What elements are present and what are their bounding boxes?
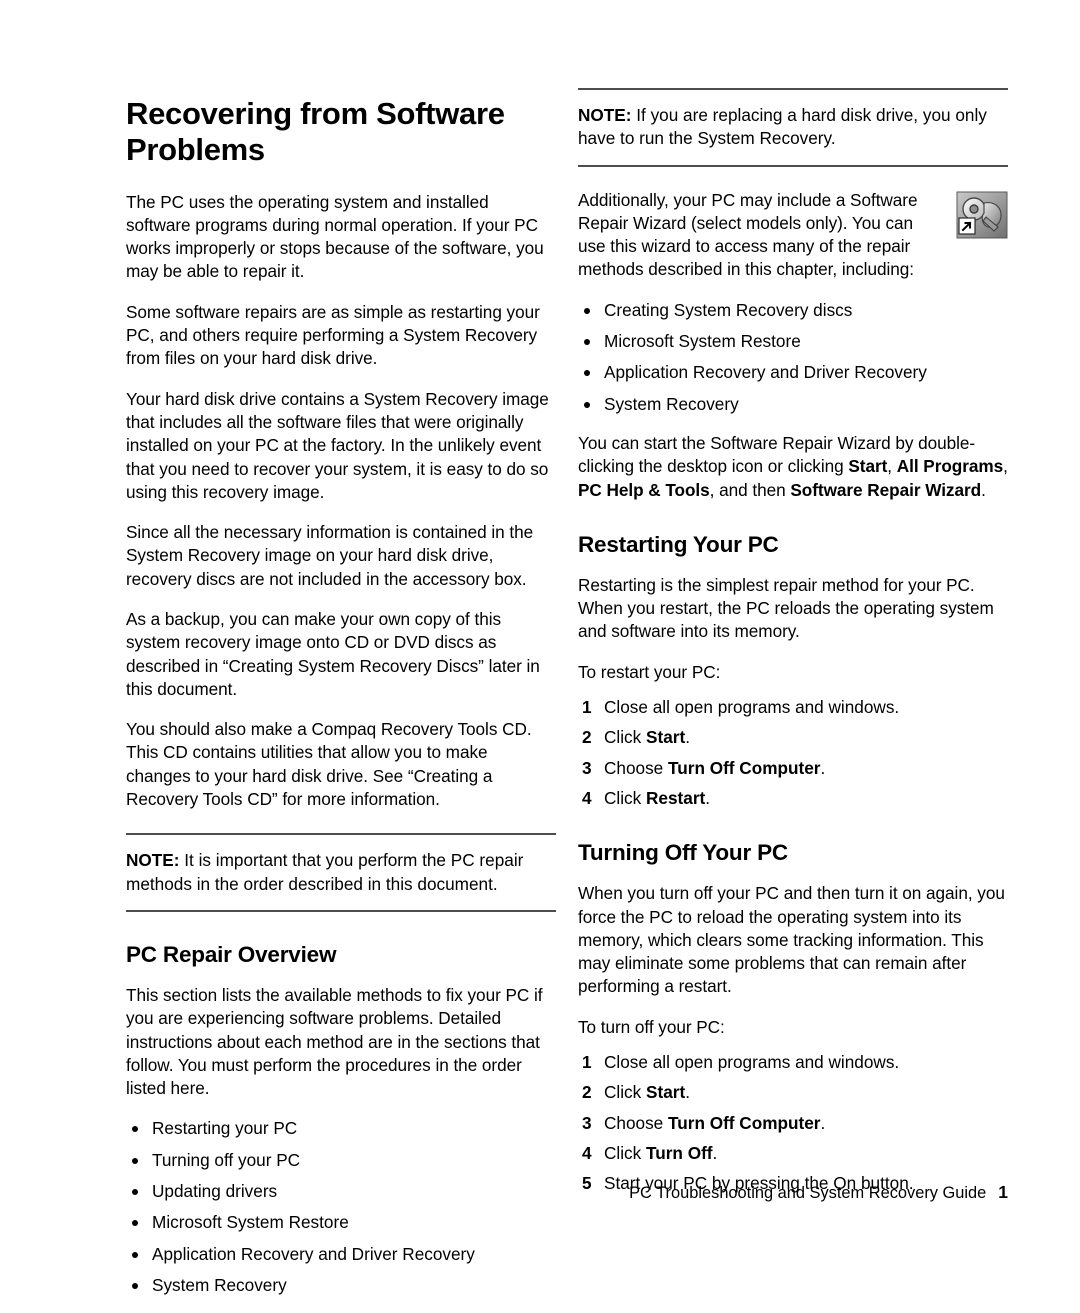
step-ui-term: Restart: [646, 787, 706, 808]
body-paragraph: Restarting is the simplest repair method…: [578, 574, 994, 642]
procedure-step: Choose Turn Off Computer.: [578, 757, 1008, 781]
step-text: Click: [604, 787, 647, 808]
list-item: Microsoft System Restore: [126, 1211, 556, 1234]
procedure-step: Close all open programs and windows.: [578, 1051, 1008, 1075]
section-intro: This section lists the available methods…: [126, 984, 543, 1099]
body-paragraph: Additionally, your PC may include a Soft…: [578, 189, 918, 280]
note-label: NOTE:: [126, 850, 180, 871]
note-label: NOTE:: [578, 105, 632, 125]
list-item: Restarting your PC: [126, 1117, 556, 1140]
step-text: Click: [604, 1142, 647, 1163]
step-ui-term: Turn Off Computer: [668, 1112, 821, 1133]
step-suffix: .: [820, 757, 826, 778]
software-repair-wizard-icon-graphic: [956, 191, 1008, 239]
note-callout: NOTE: If you are replacing a hard disk d…: [578, 88, 1008, 167]
step-text: Choose: [604, 757, 669, 778]
step-ui-term: Turn Off: [646, 1142, 713, 1163]
list-item: Application Recovery and Driver Recovery: [578, 361, 1008, 384]
step-suffix: .: [685, 1082, 690, 1103]
right-column: NOTE: If you are replacing a hard disk d…: [578, 88, 1008, 1212]
ui-term-start: Start: [848, 456, 888, 477]
body-paragraph: Your hard disk drive contains a System R…: [126, 388, 549, 502]
step-ui-term: Start: [646, 727, 686, 748]
list-item: Application Recovery and Driver Recovery: [126, 1243, 556, 1266]
procedure-step: Choose Turn Off Computer.: [578, 1112, 1008, 1136]
launch-text-part: ,: [887, 456, 897, 477]
launch-text-part: .: [981, 479, 986, 500]
pc-repair-methods-list: Restarting your PC Turning off your PC U…: [126, 1117, 556, 1297]
page-footer: PC Troubleshooting and System Recovery G…: [578, 1182, 1008, 1203]
launch-text-part: ,: [1003, 456, 1008, 477]
procedure-step: Close all open programs and windows.: [578, 696, 1008, 720]
step-text: Close all open programs and windows.: [604, 697, 900, 718]
body-paragraph: As a backup, you can make your own copy …: [126, 608, 540, 699]
section-heading-pc-repair-overview: PC Repair Overview: [126, 941, 337, 967]
procedure-step: Click Start.: [578, 726, 1008, 750]
document-page: Recovering from Software Problems The PC…: [0, 0, 1080, 1295]
note-text: NOTE: If you are replacing a hard disk d…: [578, 104, 1008, 151]
body-paragraph: Since all the necessary information is c…: [126, 522, 534, 589]
list-item: Updating drivers: [126, 1180, 556, 1203]
footer-guide-title: PC Troubleshooting and System Recovery G…: [629, 1184, 987, 1202]
note-body: If you are replacing a hard disk drive, …: [578, 105, 987, 149]
step-text: Click: [604, 727, 647, 748]
procedure-step: Click Start.: [578, 1081, 1008, 1105]
procedure-lead-in: To restart your PC:: [578, 661, 721, 682]
list-item: Creating System Recovery discs: [578, 299, 1008, 322]
step-text: Choose: [604, 1112, 669, 1133]
body-paragraph: The PC uses the operating system and ins…: [126, 191, 544, 282]
list-item: Turning off your PC: [126, 1149, 556, 1172]
step-suffix: .: [712, 1142, 718, 1163]
restart-procedure-steps: Close all open programs and windows. Cli…: [578, 696, 1008, 810]
section-heading-turning-off-your-pc: Turning Off Your PC: [578, 840, 788, 866]
procedure-step: Click Restart.: [578, 787, 1008, 811]
ui-term-software-repair-wizard: Software Repair Wizard: [790, 479, 982, 500]
step-text: Close all open programs and windows.: [604, 1052, 900, 1073]
step-suffix: .: [685, 727, 690, 748]
note-body: It is important that you perform the PC …: [126, 850, 524, 894]
body-paragraph: Some software repairs are as simple as r…: [126, 301, 540, 369]
procedure-step: Click Turn Off.: [578, 1142, 1008, 1166]
turn-off-procedure-steps: Close all open programs and windows. Cli…: [578, 1051, 1008, 1196]
wizard-launch-instructions: You can start the Software Repair Wizard…: [578, 432, 1008, 502]
step-text: Click: [604, 1082, 647, 1103]
ui-term-pc-help-and-tools: PC Help & Tools: [578, 479, 710, 500]
step-ui-term: Start: [646, 1082, 686, 1103]
left-column: Recovering from Software Problems The PC…: [126, 88, 556, 1313]
step-suffix: .: [820, 1112, 826, 1133]
list-item: System Recovery: [126, 1274, 556, 1297]
section-heading-restarting-your-pc: Restarting Your PC: [578, 531, 779, 557]
software-repair-wizard-shortcut-icon: [956, 191, 1008, 239]
procedure-lead-in: To turn off your PC:: [578, 1016, 725, 1037]
note-text: NOTE: It is important that you perform t…: [126, 849, 556, 896]
list-item: System Recovery: [578, 393, 1008, 416]
note-callout: NOTE: It is important that you perform t…: [126, 833, 556, 912]
body-paragraph: When you turn off your PC and then turn …: [578, 883, 1005, 997]
step-ui-term: Turn Off Computer: [668, 757, 821, 778]
list-item: Microsoft System Restore: [578, 330, 1008, 353]
step-suffix: .: [705, 787, 711, 808]
body-paragraph: You should also make a Compaq Recovery T…: [126, 719, 532, 810]
footer-page-number: 1: [998, 1182, 1008, 1202]
wizard-methods-list: Creating System Recovery discs Microsoft…: [578, 299, 1008, 416]
ui-term-all-programs: All Programs: [896, 456, 1004, 477]
launch-text-part: , and then: [709, 479, 791, 500]
page-title: Recovering from Software Problems: [126, 96, 505, 168]
